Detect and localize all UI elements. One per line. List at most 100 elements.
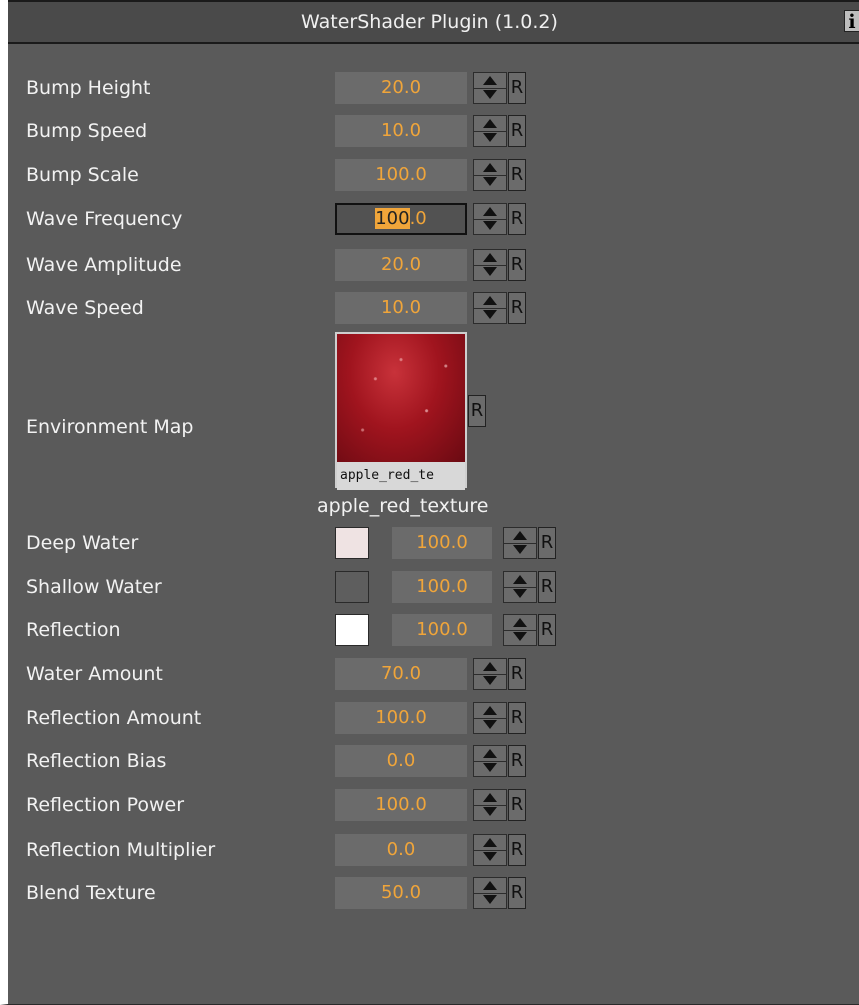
info-button[interactable]: i — [844, 10, 859, 33]
reflection-power-stepper[interactable] — [473, 789, 507, 821]
reflection-bias-reset-button[interactable]: R — [508, 745, 526, 777]
shallow-water-stepper[interactable] — [503, 571, 537, 603]
water-amount-label: Water Amount — [26, 663, 163, 685]
deep-water-reset-button[interactable]: R — [538, 527, 556, 559]
wave-speed-reset-button[interactable]: R — [508, 292, 526, 324]
increment-button[interactable] — [504, 528, 536, 544]
decrement-button[interactable] — [474, 761, 506, 776]
decrement-button[interactable] — [474, 893, 506, 908]
wave-amplitude-reset-button[interactable]: R — [508, 249, 526, 281]
wave-amplitude-field[interactable]: 20.0 — [335, 249, 467, 281]
increment-button[interactable] — [474, 160, 506, 176]
decrement-button[interactable] — [474, 131, 506, 146]
bump-speed-reset-button[interactable]: R — [508, 115, 526, 147]
bump-height-field[interactable]: 20.0 — [335, 72, 467, 104]
wave-frequency-field[interactable]: 100.0 — [335, 203, 467, 235]
shallow-water-reset-button[interactable]: R — [538, 571, 556, 603]
deep-water-field[interactable]: 100.0 — [392, 527, 492, 559]
arrow-up-icon — [483, 838, 497, 847]
increment-button[interactable] — [474, 659, 506, 675]
arrow-up-icon — [483, 749, 497, 758]
reflection-amount-stepper[interactable] — [473, 702, 507, 734]
arrow-up-icon — [483, 662, 497, 671]
blend-texture-stepper[interactable] — [473, 877, 507, 909]
wave-frequency-stepper[interactable] — [473, 203, 507, 235]
arrow-up-icon — [513, 531, 527, 540]
bump-height-stepper[interactable] — [473, 72, 507, 104]
reflection-power-field[interactable]: 100.0 — [335, 789, 467, 821]
increment-button[interactable] — [474, 204, 506, 220]
arrow-up-icon — [483, 119, 497, 128]
bump-scale-stepper[interactable] — [473, 159, 507, 191]
wave-amplitude-stepper[interactable] — [473, 249, 507, 281]
reflection-field[interactable]: 100.0 — [392, 614, 492, 646]
arrow-down-icon — [483, 763, 497, 772]
thumbnail-caption: apple_red_te — [337, 462, 465, 490]
arrow-down-icon — [483, 267, 497, 276]
deep-water-stepper[interactable] — [503, 527, 537, 559]
wave-amplitude-label: Wave Amplitude — [26, 254, 182, 276]
decrement-button[interactable] — [474, 88, 506, 103]
reflection-stepper[interactable] — [503, 614, 537, 646]
decrement-button[interactable] — [474, 805, 506, 820]
decrement-button[interactable] — [474, 219, 506, 234]
decrement-button[interactable] — [474, 308, 506, 323]
reflection-amount-field[interactable]: 100.0 — [335, 702, 467, 734]
increment-button[interactable] — [474, 835, 506, 851]
reflection-bias-label: Reflection Bias — [26, 750, 167, 772]
wave-speed-stepper[interactable] — [473, 292, 507, 324]
increment-button[interactable] — [474, 746, 506, 762]
decrement-button[interactable] — [474, 850, 506, 865]
arrow-up-icon — [483, 793, 497, 802]
bump-speed-field[interactable]: 10.0 — [335, 115, 467, 147]
bump-speed-label: Bump Speed — [26, 120, 148, 142]
reflection-bias-field[interactable]: 0.0 — [335, 745, 467, 777]
blend-texture-field[interactable]: 50.0 — [335, 877, 467, 909]
bump-height-label: Bump Height — [26, 77, 151, 99]
blend-texture-reset-button[interactable]: R — [508, 877, 526, 909]
reflection-power-reset-button[interactable]: R — [508, 789, 526, 821]
increment-button[interactable] — [474, 73, 506, 89]
increment-button[interactable] — [474, 293, 506, 309]
decrement-button[interactable] — [504, 587, 536, 602]
bump-speed-stepper[interactable] — [473, 115, 507, 147]
reflection-multiplier-field[interactable]: 0.0 — [335, 834, 467, 866]
increment-button[interactable] — [474, 703, 506, 719]
increment-button[interactable] — [474, 790, 506, 806]
decrement-button[interactable] — [504, 630, 536, 645]
increment-button[interactable] — [504, 615, 536, 631]
decrement-button[interactable] — [474, 718, 506, 733]
environment-map-thumbnail[interactable]: apple_red_te — [335, 332, 467, 490]
arrow-up-icon — [483, 76, 497, 85]
decrement-button[interactable] — [474, 175, 506, 190]
bump-scale-field[interactable]: 100.0 — [335, 159, 467, 191]
wave-speed-field[interactable]: 10.0 — [335, 292, 467, 324]
shallow-water-field[interactable]: 100.0 — [392, 571, 492, 603]
arrow-up-icon — [483, 163, 497, 172]
arrow-down-icon — [483, 133, 497, 142]
decrement-button[interactable] — [474, 265, 506, 280]
reflection-bias-stepper[interactable] — [473, 745, 507, 777]
decrement-button[interactable] — [504, 543, 536, 558]
environment-map-reset-button[interactable]: R — [468, 395, 486, 427]
water-amount-reset-button[interactable]: R — [508, 658, 526, 690]
reflection-multiplier-stepper[interactable] — [473, 834, 507, 866]
water-amount-field[interactable]: 70.0 — [335, 658, 467, 690]
blend-texture-label: Blend Texture — [26, 882, 156, 904]
bump-scale-reset-button[interactable]: R — [508, 159, 526, 191]
reflection-amount-reset-button[interactable]: R — [508, 702, 526, 734]
increment-button[interactable] — [474, 878, 506, 894]
arrow-down-icon — [513, 545, 527, 554]
increment-button[interactable] — [474, 116, 506, 132]
shallow-water-color-swatch[interactable] — [335, 571, 369, 603]
increment-button[interactable] — [504, 572, 536, 588]
bump-height-reset-button[interactable]: R — [508, 72, 526, 104]
reflection-reset-button[interactable]: R — [538, 614, 556, 646]
deep-water-color-swatch[interactable] — [335, 527, 369, 559]
wave-frequency-reset-button[interactable]: R — [508, 203, 526, 235]
water-amount-stepper[interactable] — [473, 658, 507, 690]
decrement-button[interactable] — [474, 674, 506, 689]
reflection-color-swatch[interactable] — [335, 614, 369, 646]
reflection-multiplier-reset-button[interactable]: R — [508, 834, 526, 866]
increment-button[interactable] — [474, 250, 506, 266]
